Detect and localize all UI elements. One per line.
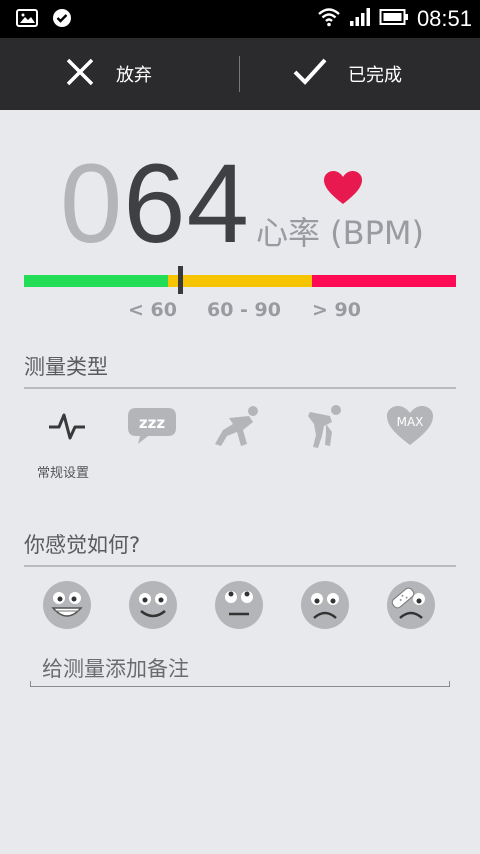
bpm-unit-label: 心率 (BPM) [256,214,425,252]
range-segment-low [24,275,168,287]
range-segment-normal [168,275,312,287]
status-bar: 08:51 [0,0,480,38]
measurement-type-title: 测量类型 [24,355,108,379]
max-heart-icon: MAX [385,405,435,451]
sleep-zzz-icon: zzz [126,406,178,450]
range-label-normal: 60 - 90 [207,299,281,321]
feeling-divider [24,565,456,567]
note-underline-tick-left [30,681,31,687]
feeling-title: 你感觉如何? [24,533,141,557]
sad-face-icon[interactable] [300,580,350,630]
measure-type-resting[interactable]: zzz [122,404,182,452]
pulse-icon [48,411,86,445]
heart-icon [322,170,364,210]
measure-type-post-exercise[interactable] [294,404,354,452]
check-circle-icon [52,8,72,32]
status-time: 08:51 [416,6,472,31]
svg-text:zzz: zzz [139,414,165,432]
done-label: 已完成 [348,65,402,86]
bpm-readout: 064 [60,148,250,260]
note-input[interactable] [30,650,450,688]
battery-icon [379,7,409,31]
picture-icon [16,9,38,31]
heart-rate-range-bar [24,275,456,287]
sprint-start-icon [213,404,263,452]
exhausted-runner-icon [304,402,344,454]
range-marker [178,266,183,294]
discard-button[interactable]: 放弃 [64,38,152,110]
done-button[interactable]: 已完成 [292,38,402,110]
discard-label: 放弃 [116,65,152,86]
measurement-type-divider [24,387,456,389]
close-icon [64,56,96,93]
measure-type-max[interactable]: MAX [380,404,440,452]
bpm-leading-zero: 0 [60,141,124,266]
range-label-high: > 90 [312,299,361,321]
wifi-icon [317,7,341,31]
injured-face-icon[interactable] [386,580,436,630]
checkmark-icon [292,57,328,92]
range-label-low: < 60 [128,299,177,321]
very-happy-face-icon[interactable] [42,580,92,630]
measure-type-pre-exercise[interactable] [208,404,268,452]
range-segment-high [312,275,456,287]
action-bar: 放弃 已完成 [0,38,480,110]
happy-face-icon[interactable] [128,580,178,630]
note-underline-tick-right [449,681,450,687]
measure-type-general[interactable] [37,404,97,452]
action-divider [239,56,240,92]
svg-text:MAX: MAX [397,415,424,429]
signal-icon [349,7,371,31]
bpm-value: 64 [123,141,250,266]
measure-type-general-caption: 常规设置 [37,466,90,481]
note-underline [30,686,450,687]
neutral-face-icon[interactable] [214,580,264,630]
